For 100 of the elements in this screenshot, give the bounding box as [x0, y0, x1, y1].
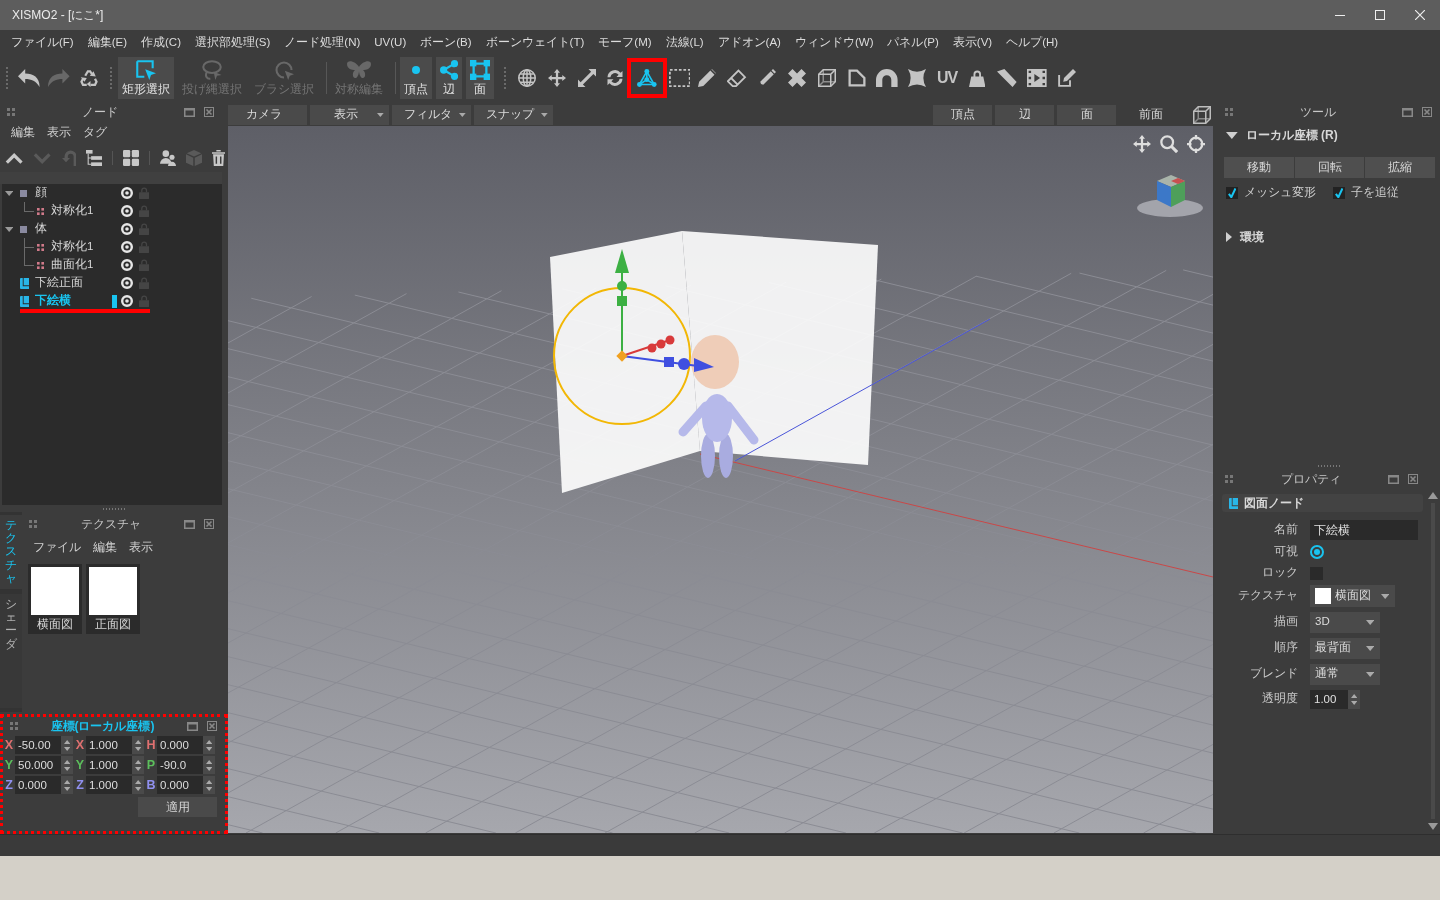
dropdown[interactable]: 最背面 [1310, 637, 1380, 659]
checkbox[interactable] [1333, 186, 1345, 199]
restore-icon[interactable] [1402, 107, 1413, 117]
menu-item[interactable]: 編集 [6, 125, 40, 141]
toolbar-button[interactable]: 矩形選択 [118, 56, 174, 99]
toolbar-button[interactable] [627, 57, 668, 98]
menu-item[interactable]: UV(U) [368, 33, 413, 52]
move-gizmo-drawing[interactable] [615, 249, 714, 372]
eye-icon[interactable] [120, 205, 133, 217]
pan-icon[interactable] [1133, 135, 1151, 153]
menu-item[interactable]: 表示(V) [946, 33, 999, 52]
scroll-down-icon[interactable] [1428, 823, 1438, 830]
mode-button[interactable]: 頂点 [933, 104, 992, 125]
section-title[interactable]: ローカル座標 (R) [1245, 127, 1338, 143]
close-icon[interactable] [207, 721, 217, 731]
eye-icon[interactable] [120, 241, 133, 253]
number-field[interactable]: 50.000 [15, 756, 61, 774]
people-icon[interactable] [160, 150, 177, 166]
texture-thumbnail[interactable]: 横面図 [28, 564, 82, 634]
menu-item[interactable]: 編集 [88, 540, 122, 556]
reference-image-plane[interactable] [550, 231, 700, 493]
number-field[interactable]: 1.000 [86, 776, 132, 794]
spin-button[interactable] [132, 776, 144, 794]
dropdown-button[interactable]: フィルタ [392, 104, 471, 125]
grid-icon[interactable] [123, 150, 140, 166]
splitter-grip-icon[interactable] [103, 507, 125, 510]
eye-icon[interactable] [120, 223, 133, 235]
restore-icon[interactable] [187, 721, 198, 731]
character-model-drawing[interactable] [678, 335, 759, 478]
number-field[interactable]: 0.000 [157, 736, 203, 754]
tree-item-label[interactable]: 曲面化1 [51, 258, 94, 272]
menu-item[interactable]: ファイル [28, 540, 86, 556]
number-field[interactable]: 0.000 [157, 776, 203, 794]
text-field[interactable]: 下絵横 [1310, 520, 1418, 540]
apply-button[interactable]: 適用 [138, 797, 217, 817]
menu-item[interactable]: ヘルプ(H) [1000, 33, 1065, 52]
panel-grip-icon[interactable] [1225, 475, 1233, 483]
menu-item[interactable]: ノード処理(N) [278, 33, 367, 52]
expand-caret-icon[interactable] [5, 226, 14, 232]
eye-icon[interactable] [120, 277, 133, 289]
orbit-icon[interactable] [1187, 135, 1205, 153]
dropdown-button[interactable]: 表示 [310, 104, 389, 125]
texture-dropdown[interactable]: 横面図 [1310, 585, 1395, 607]
menu-item[interactable]: 作成(C) [135, 33, 187, 52]
panel-grip-icon[interactable] [7, 108, 15, 116]
number-field[interactable]: 1.00 [1310, 689, 1348, 709]
tree-item-label[interactable]: 下絵横 [35, 294, 71, 308]
menu-item[interactable]: ボーン(B) [414, 33, 478, 52]
restore-icon[interactable] [184, 519, 195, 529]
panel-grip-icon[interactable] [10, 722, 18, 730]
toolbar-button[interactable]: UV [932, 62, 963, 93]
restore-icon[interactable] [184, 107, 195, 117]
texture-thumbnail[interactable]: 正面図 [86, 564, 140, 634]
menu-item[interactable]: 法線(L) [659, 33, 710, 52]
menu-item[interactable]: アドオン(A) [711, 33, 787, 52]
tool-button[interactable]: 移動 [1224, 157, 1294, 178]
restore-icon[interactable] [1388, 474, 1399, 484]
mode-button[interactable]: 面 [1057, 104, 1116, 125]
list-tree-icon[interactable] [86, 150, 103, 166]
spin-button[interactable] [61, 756, 73, 774]
expand-caret-icon[interactable] [5, 190, 14, 196]
eye-icon[interactable] [120, 295, 133, 307]
eye-icon[interactable] [120, 187, 133, 199]
number-field[interactable]: -50.00 [15, 736, 61, 754]
number-field[interactable]: 0.000 [15, 776, 61, 794]
close-icon[interactable] [204, 519, 214, 529]
spin-button[interactable] [61, 776, 73, 794]
spin-button[interactable] [203, 776, 215, 794]
trash-icon[interactable] [212, 150, 226, 166]
menu-item[interactable]: タグ [78, 125, 112, 141]
tree-item-label[interactable]: 対称化1 [51, 204, 94, 218]
checkbox[interactable] [1226, 186, 1238, 199]
menu-item[interactable]: パネル(P) [881, 33, 945, 52]
toolbar-button[interactable]: 辺 [436, 56, 463, 99]
menu-item[interactable]: モーフ(M) [592, 33, 658, 52]
tree-item-label[interactable]: 対称化1 [51, 240, 94, 254]
panel-grip-icon[interactable] [1225, 108, 1233, 116]
number-field[interactable]: -90.0 [157, 756, 203, 774]
number-field[interactable]: 1.000 [86, 736, 132, 754]
panel-grip-icon[interactable] [29, 520, 37, 528]
wire-cube-icon[interactable] [1193, 105, 1211, 124]
menu-item[interactable]: ボーンウェイト(T) [479, 33, 591, 52]
menu-item[interactable]: ファイル(F) [5, 33, 80, 52]
toolbar-grip-icon[interactable] [504, 66, 507, 89]
close-icon[interactable] [1422, 107, 1432, 117]
menu-item[interactable]: 表示 [42, 125, 76, 141]
eye-icon[interactable] [120, 259, 133, 271]
toolbar-button[interactable]: 面 [466, 56, 495, 99]
dropdown[interactable]: 通常 [1310, 663, 1380, 685]
section-title[interactable]: 環境 [1240, 229, 1264, 244]
chevron-up-icon[interactable] [5, 152, 24, 164]
spin-button[interactable] [203, 756, 215, 774]
tool-button[interactable]: 回転 [1294, 157, 1365, 178]
menu-item[interactable]: 選択部処理(S) [189, 33, 277, 52]
spin-button[interactable] [203, 736, 215, 754]
number-field[interactable]: 1.000 [86, 756, 132, 774]
reference-image-plane[interactable] [682, 231, 878, 465]
spin-button[interactable] [1348, 689, 1360, 709]
section-caret-icon[interactable] [1226, 131, 1238, 139]
section-caret-icon[interactable] [1226, 231, 1232, 242]
